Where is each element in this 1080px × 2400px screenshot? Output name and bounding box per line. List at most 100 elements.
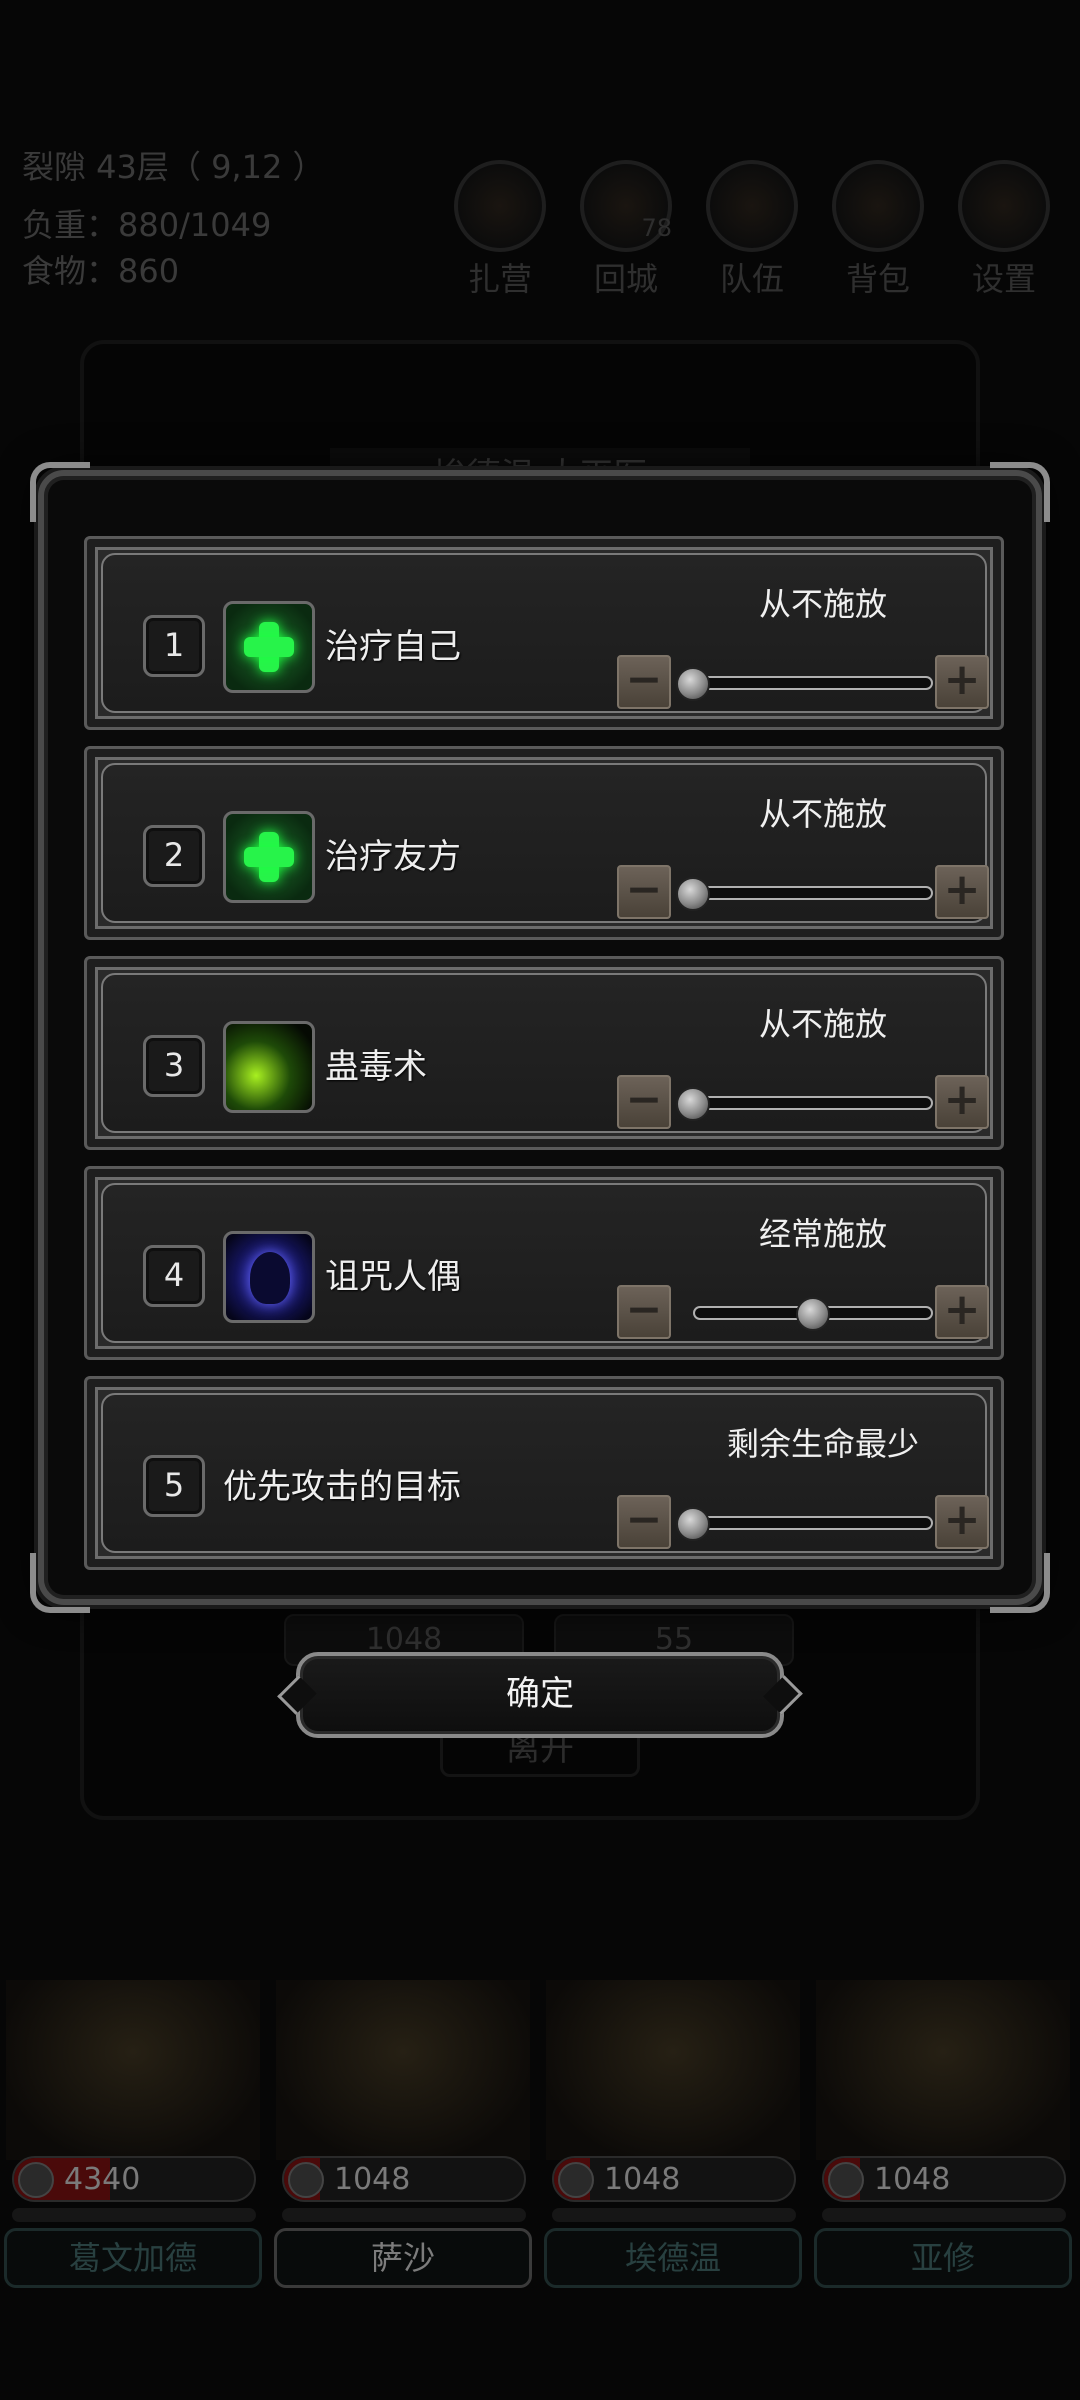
hp-value: 1048: [334, 2162, 411, 2197]
slider-track: [693, 886, 933, 900]
increase-button[interactable]: +: [935, 1495, 989, 1549]
frequency-slider[interactable]: [676, 1087, 933, 1121]
frequency-label: 经常施放: [758, 1215, 887, 1253]
hp-value: 1048: [874, 2162, 951, 2197]
row-number: 1: [143, 615, 205, 677]
top-menu: 扎营 78 回城 队伍 背包 设置: [450, 160, 1060, 298]
skill-row-poison: 3 蛊毒术 从不施放 − +: [84, 956, 1004, 1150]
confirm-label: 确定: [506, 1674, 574, 1714]
sword-icon: [828, 2162, 864, 2198]
hp-bar: 1048: [282, 2156, 526, 2202]
mp-bar: [282, 2208, 526, 2222]
member-name: 葛文加德: [4, 2228, 262, 2288]
slider-track: [693, 1516, 933, 1530]
frame-ornament: [30, 1553, 90, 1613]
slider-knob[interactable]: [676, 877, 710, 911]
team-label: 队伍: [719, 260, 784, 298]
slider-track: [693, 1096, 933, 1110]
gear-icon: [958, 160, 1050, 252]
skill-settings-dialog: 1 治疗自己 从不施放 − + 2 治疗友方 从不施放 − + 3 蛊毒术 从不…: [30, 462, 1050, 1613]
target-priority-value: 剩余生命最少: [726, 1425, 919, 1463]
skill-row-heal-ally: 2 治疗友方 从不施放 − +: [84, 746, 1004, 940]
increase-button[interactable]: +: [935, 865, 989, 919]
increase-button[interactable]: +: [935, 1075, 989, 1129]
frequency-label: 从不施放: [758, 585, 887, 623]
camp-label: 扎营: [467, 260, 532, 298]
town-portal-icon: 78: [580, 160, 672, 252]
row-panel: 2 治疗友方 从不施放 − +: [101, 763, 989, 923]
portrait: [276, 1980, 530, 2160]
team-button: 队伍: [702, 160, 802, 300]
town-portal-count: 78: [641, 214, 672, 242]
target-priority-row: 5 优先攻击的目标 剩余生命最少 − +: [84, 1376, 1004, 1570]
row-number: 3: [143, 1035, 205, 1097]
camp-icon: [454, 160, 546, 252]
town-portal-button: 78 回城: [576, 160, 676, 300]
frequency-label: 从不施放: [758, 1005, 887, 1043]
sword-icon: [18, 2162, 54, 2198]
target-priority-slider[interactable]: [676, 1507, 933, 1541]
settings-label: 设置: [971, 260, 1036, 298]
portrait: [6, 1980, 260, 2160]
decrease-button[interactable]: −: [617, 1075, 671, 1129]
increase-button[interactable]: +: [935, 1285, 989, 1339]
mp-bar: [552, 2208, 796, 2222]
team-icon: [706, 160, 798, 252]
row-number: 5: [143, 1455, 205, 1517]
backpack-button: 背包: [828, 160, 928, 300]
frequency-slider[interactable]: [693, 1297, 933, 1331]
party-member: 1048 萨沙: [270, 1980, 536, 2300]
frame-ornament: [990, 462, 1050, 522]
decrease-button[interactable]: −: [617, 655, 671, 709]
sword-icon: [288, 2162, 324, 2198]
camp-button: 扎营: [450, 160, 550, 300]
frequency-slider[interactable]: [676, 667, 933, 701]
frame-ornament: [30, 462, 90, 522]
portrait: [546, 1980, 800, 2160]
skill-name: 蛊毒术: [325, 1047, 427, 1087]
party-member: 1048 埃德温: [540, 1980, 806, 2300]
target-priority-label: 优先攻击的目标: [223, 1467, 461, 1507]
member-name: 萨沙: [274, 2228, 532, 2288]
backpack-icon: [832, 160, 924, 252]
party-member: 1048 亚修: [810, 1980, 1076, 2300]
confirm-button[interactable]: 确定: [277, 1652, 803, 1738]
slider-knob[interactable]: [676, 1507, 710, 1541]
portrait: [816, 1980, 1070, 2160]
load-indicator: 负重：880/1049: [22, 206, 272, 244]
decrease-button[interactable]: −: [617, 1285, 671, 1339]
member-name: 埃德温: [544, 2228, 802, 2288]
frequency-label: 从不施放: [758, 795, 887, 833]
hp-bar: 1048: [552, 2156, 796, 2202]
hp-value: 1048: [604, 2162, 681, 2197]
row-number: 4: [143, 1245, 205, 1307]
party-bar: 4340 葛文加德 1048 萨沙 1048 埃德温 1048 亚修: [0, 1980, 1080, 2300]
frequency-slider[interactable]: [676, 877, 933, 911]
heal-self-icon: [223, 601, 315, 693]
curse-doll-icon: [223, 1231, 315, 1323]
decrease-button[interactable]: −: [617, 1495, 671, 1549]
heal-ally-icon: [223, 811, 315, 903]
skill-row-heal-self: 1 治疗自己 从不施放 − +: [84, 536, 1004, 730]
hp-bar: 1048: [822, 2156, 1066, 2202]
backpack-label: 背包: [845, 260, 910, 298]
hp-value: 4340: [64, 2162, 141, 2197]
hp-bar: 4340: [12, 2156, 256, 2202]
row-panel: 1 治疗自己 从不施放 − +: [101, 553, 989, 713]
row-number: 2: [143, 825, 205, 887]
skill-row-curse-doll: 4 诅咒人偶 经常施放 − +: [84, 1166, 1004, 1360]
skill-name: 治疗自己: [325, 627, 461, 667]
mp-bar: [822, 2208, 1066, 2222]
row-panel: 5 优先攻击的目标 剩余生命最少 − +: [101, 1393, 989, 1553]
decrease-button[interactable]: −: [617, 865, 671, 919]
skill-name: 诅咒人偶: [325, 1257, 461, 1297]
skill-name: 治疗友方: [325, 837, 461, 877]
slider-knob[interactable]: [796, 1297, 830, 1331]
party-member: 4340 葛文加德: [0, 1980, 266, 2300]
slider-knob[interactable]: [676, 667, 710, 701]
sword-icon: [558, 2162, 594, 2198]
town-portal-label: 回城: [593, 260, 658, 298]
settings-button: 设置: [954, 160, 1054, 300]
increase-button[interactable]: +: [935, 655, 989, 709]
slider-knob[interactable]: [676, 1087, 710, 1121]
